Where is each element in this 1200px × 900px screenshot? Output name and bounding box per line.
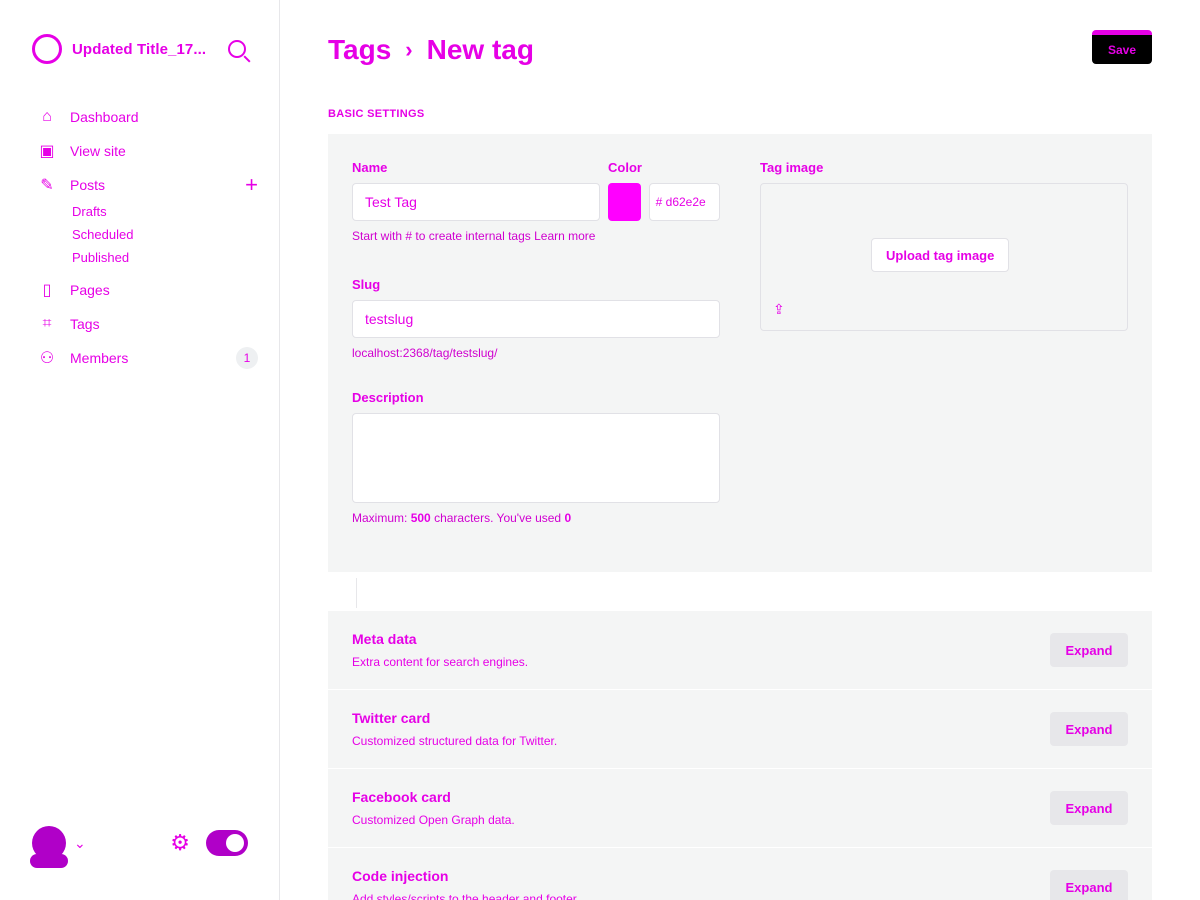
slug-label: Slug [352,277,381,292]
chevron-down-icon[interactable]: ⌄ [74,835,86,852]
description-max: 500 [410,511,431,525]
search-icon[interactable] [228,40,246,58]
sidebar-item-dashboard[interactable]: ⌂ Dashboard [38,100,258,134]
color-hex-input[interactable]: # d62e2e [648,183,720,221]
sidebar-footer: ⌄ ⚙ [30,826,248,868]
accordion-item-code-injection: Code injection Add styles/scripts to the… [328,847,1152,900]
sidebar-item-pages[interactable]: ▯ Pages [38,273,258,307]
upload-tag-image-button[interactable]: Upload tag image [871,238,1010,272]
page-title: New tag [426,34,534,65]
color-picker: # d62e2e [608,183,720,221]
members-icon: ⚇ [39,350,55,367]
sidebar-item-members[interactable]: ⚇ Members 1 [38,341,258,375]
sidebar-sub-drafts[interactable]: Drafts [72,204,258,219]
accordion-item-twitter-card: Twitter card Customized structured data … [328,689,1152,768]
main: Tags › New tag Save BASIC SETTINGS Name … [280,0,1200,900]
sidebar-nav: ⌂ Dashboard ▣ View site ✎ Posts + Drafts… [38,100,258,375]
color-column: Color # d62e2e [608,160,720,221]
name-hint: Start with # to create internal tags Lea… [352,229,596,243]
accordion-title: Meta data [352,631,417,647]
expand-button[interactable]: Expand [1050,712,1128,746]
sidebar-sub-scheduled[interactable]: Scheduled [72,227,258,242]
site-logo-icon [32,34,62,64]
basic-settings-panel: Name Test Tag Start with # to create int… [328,134,1152,572]
slug-url: localhost:2368/tag/testslug/ [352,346,498,360]
sidebar-item-label: Tags [70,316,100,332]
sidebar-item-posts[interactable]: ✎ Posts + [38,168,258,202]
avatar[interactable] [30,826,68,868]
accordion-title: Twitter card [352,710,431,726]
gear-icon[interactable]: ⚙ [170,830,190,856]
expand-button[interactable]: Expand [1050,870,1128,900]
accordion-item-facebook-card: Facebook card Customized Open Graph data… [328,768,1152,847]
color-label: Color [608,160,642,175]
accordion-title: Facebook card [352,789,451,805]
tag-image-label: Tag image [760,160,824,175]
home-icon: ⌂ [42,108,52,125]
user-menu[interactable]: ⌄ [30,826,86,868]
sidebar-item-tags[interactable]: ⌗ Tags [38,307,258,341]
tag-icon: ⌗ [42,315,52,332]
save-button[interactable]: Save [1092,30,1152,64]
sidebar: Updated Title_17... ⌂ Dashboard ▣ View s… [0,0,280,900]
sidebar-item-label: Members [70,350,129,366]
sidebar-item-label: Posts [70,177,106,193]
posts-subnav: Drafts Scheduled Published [72,204,258,265]
pencil-icon: ✎ [40,177,54,194]
right-column: Tag image Upload tag image ⇪ [760,160,1128,331]
description-used: 0 [564,511,572,525]
tag-image-dropzone[interactable]: Upload tag image ⇪ [760,183,1128,331]
accordion-desc: Extra content for search engines. [352,655,529,669]
description-label: Description [352,390,424,405]
description-textarea[interactable] [352,413,720,503]
browser-icon: ▣ [39,143,55,160]
accordion-desc: Customized structured data for Twitter. [352,734,558,748]
accordion-desc: Add styles/scripts to the header and foo… [352,892,577,900]
breadcrumb: Tags › New tag [328,34,534,66]
site-title: Updated Title_17... [72,40,207,58]
accordion-title: Code injection [352,868,449,884]
color-swatch[interactable] [608,183,641,221]
expand-button[interactable]: Expand [1050,791,1128,825]
accordion-item-meta-data: Meta data Extra content for search engin… [328,610,1152,689]
page-icon: ▯ [42,282,52,299]
members-count-badge: 1 [236,347,258,369]
sidebar-item-label: Dashboard [70,109,139,125]
basic-settings-title: BASIC SETTINGS [328,108,425,120]
sidebar-item-label: Pages [70,282,110,298]
breadcrumb-tags[interactable]: Tags [328,34,391,66]
section-divider [356,578,357,608]
sidebar-item-view-site[interactable]: ▣ View site [38,134,258,168]
description-hint-mid: characters. You've used [434,511,562,525]
upload-icon: ⇪ [773,301,785,317]
expand-button[interactable]: Expand [1050,633,1128,667]
sidebar-sub-published[interactable]: Published [72,250,258,265]
site-brand[interactable]: Updated Title_17... [32,34,246,64]
accordion-desc: Customized Open Graph data. [352,813,515,827]
name-input[interactable]: Test Tag [352,183,600,221]
theme-toggle[interactable] [206,830,248,856]
sidebar-item-label: View site [70,143,126,159]
slug-input[interactable]: testslug [352,300,720,338]
breadcrumb-chevron-icon: › [405,37,413,62]
description-hint-prefix: Maximum: [352,511,408,525]
accordion: Meta data Extra content for search engin… [328,610,1152,900]
description-hint: Maximum: 500 characters. You've used 0 [352,511,720,525]
